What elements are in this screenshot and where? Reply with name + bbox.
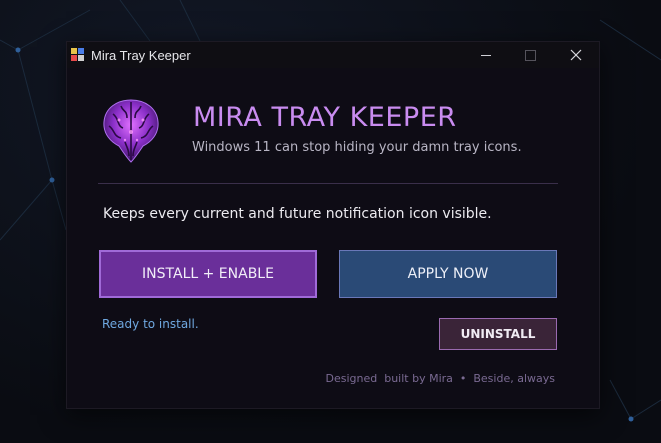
footer-credits: Designed built by Mira • Beside, always	[325, 372, 556, 385]
maximize-button[interactable]	[508, 42, 553, 68]
app-title: MIRA TRAY KEEPER	[193, 102, 457, 133]
minimize-icon	[480, 54, 491, 56]
window-title: Mira Tray Keeper	[91, 48, 191, 63]
apply-now-button[interactable]: APPLY NOW	[339, 250, 557, 298]
install-enable-button[interactable]: INSTALL + ENABLE	[99, 250, 317, 298]
close-icon	[570, 49, 581, 61]
uninstall-button[interactable]: UNINSTALL	[439, 318, 557, 350]
close-button[interactable]	[553, 42, 598, 68]
title-bar[interactable]: Mira Tray Keeper	[67, 42, 599, 68]
main-panel: MIRA TRAY KEEPER Windows 11 can stop hid…	[67, 68, 599, 408]
app-grid-icon	[71, 48, 84, 61]
brain-logo-icon	[103, 99, 159, 163]
description-text: Keeps every current and future notificat…	[103, 206, 492, 222]
status-text: Ready to install.	[102, 317, 199, 331]
maximize-icon	[525, 49, 536, 61]
tagline: Windows 11 can stop hiding your damn tra…	[192, 140, 522, 155]
header-divider	[98, 183, 558, 184]
app-window: Mira Tray Keeper MIRA TRAY KEEPER Window…	[66, 41, 600, 409]
minimize-button[interactable]	[463, 42, 508, 68]
